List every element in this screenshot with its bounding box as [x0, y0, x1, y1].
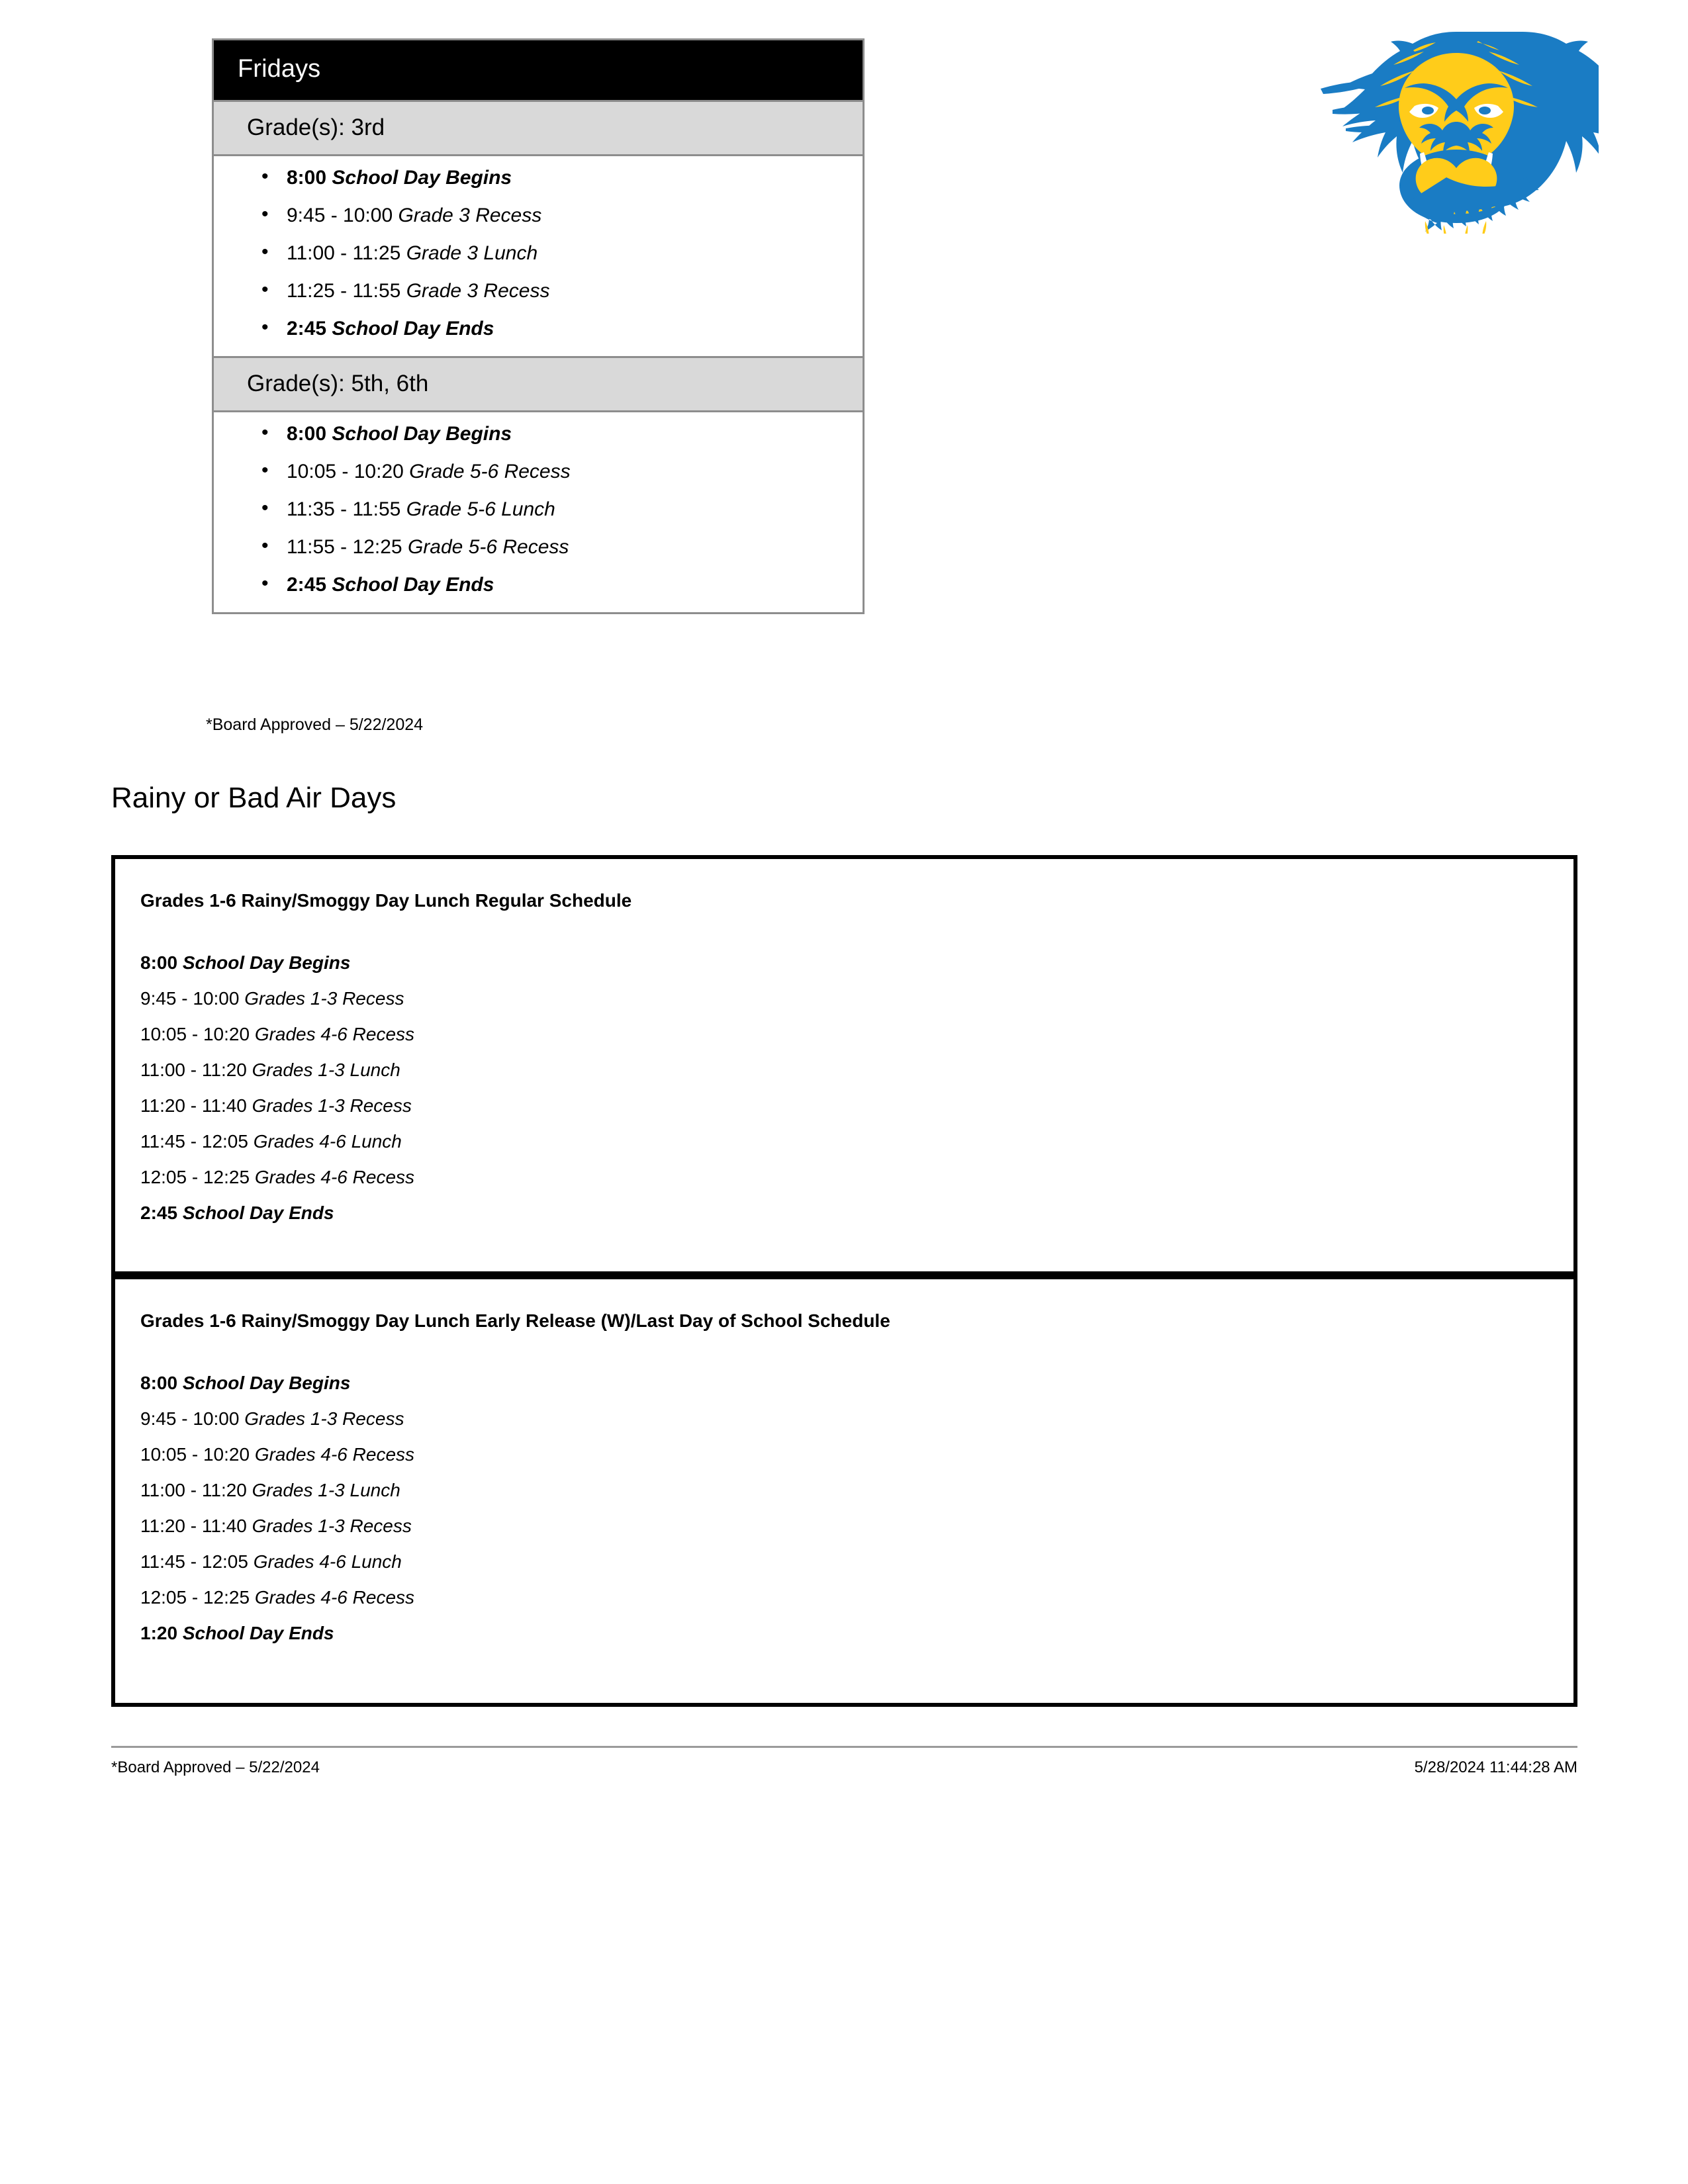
- item-label: School Day Ends: [332, 317, 494, 340]
- item-time: 2:45: [287, 573, 327, 596]
- schedule-line: 2:45 School Day Ends: [140, 1202, 1573, 1223]
- schedule-body-1: 8:00 School Day Begins 9:45 - 10:00 Grad…: [214, 156, 863, 356]
- item-time: 11:25 - 11:55: [287, 279, 401, 302]
- list-item: 2:45 School Day Ends: [261, 573, 863, 596]
- line-label: Grades 1-3 Lunch: [252, 1059, 400, 1080]
- rainy-early-release-schedule-box: Grades 1-6 Rainy/Smoggy Day Lunch Early …: [111, 1275, 1577, 1707]
- item-label: School Day Ends: [332, 573, 494, 596]
- line-time: 1:20: [140, 1622, 178, 1643]
- line-label: Grades 1-3 Recess: [252, 1095, 412, 1116]
- list-item: 8:00 School Day Begins: [261, 422, 863, 445]
- list-item: 8:00 School Day Begins: [261, 166, 863, 189]
- line-label: School Day Ends: [182, 1202, 334, 1223]
- schedule-line: 11:20 - 11:40 Grades 1-3 Recess: [140, 1515, 1573, 1536]
- schedule-line: 9:45 - 10:00 Grades 1-3 Recess: [140, 1408, 1573, 1429]
- schedule-line: 12:05 - 12:25 Grades 4-6 Recess: [140, 1588, 1573, 1607]
- item-label: Grade 3 Recess: [398, 204, 542, 226]
- schedule-line: 11:00 - 11:20 Grades 1-3 Lunch: [140, 1059, 1573, 1080]
- grade-header-2: Grade(s): 5th, 6th: [214, 355, 863, 412]
- line-label: School Day Begins: [182, 1372, 351, 1393]
- schedule-line: 8:00 School Day Begins: [140, 1372, 1573, 1393]
- line-label: Grades 1-3 Recess: [244, 987, 404, 1009]
- line-time: 12:05 - 12:25: [140, 1586, 250, 1608]
- line-label: School Day Ends: [182, 1622, 334, 1643]
- item-label: Grade 5-6 Recess: [409, 460, 571, 482]
- schedule-line: 8:00 School Day Begins: [140, 952, 1573, 973]
- line-time: 11:20 - 11:40: [140, 1515, 247, 1536]
- item-time: 8:00: [287, 422, 327, 445]
- item-time: 8:00: [287, 166, 327, 189]
- item-time: 2:45: [287, 317, 327, 340]
- line-time: 11:00 - 11:20: [140, 1479, 247, 1500]
- line-time: 11:45 - 12:05: [140, 1130, 248, 1152]
- schedule-body-2: 8:00 School Day Begins 10:05 - 10:20 Gra…: [214, 412, 863, 612]
- schedule-line: 11:00 - 11:20 Grades 1-3 Lunch: [140, 1479, 1573, 1500]
- line-time: 9:45 - 10:00: [140, 1408, 240, 1429]
- line-label: Grades 1-3 Lunch: [252, 1479, 400, 1500]
- schedule-line: 10:05 - 10:20 Grades 4-6 Recess: [140, 1023, 1573, 1044]
- item-time: 10:05 - 10:20: [287, 460, 404, 482]
- line-label: Grades 4-6 Recess: [254, 1443, 415, 1465]
- line-time: 11:00 - 11:20: [140, 1059, 247, 1080]
- item-label: School Day Begins: [332, 166, 512, 189]
- line-label: Grades 4-6 Recess: [254, 1023, 415, 1044]
- line-label: Grades 4-6 Lunch: [253, 1130, 402, 1152]
- line-label: Grades 1-3 Recess: [244, 1408, 404, 1429]
- line-label: School Day Begins: [182, 952, 351, 973]
- line-time: 8:00: [140, 952, 178, 973]
- item-label: Grade 5-6 Recess: [407, 535, 569, 558]
- line-label: Grades 4-6 Lunch: [253, 1551, 402, 1572]
- rainy-section-heading: Rainy or Bad Air Days: [111, 782, 397, 814]
- item-time: 9:45 - 10:00: [287, 204, 393, 226]
- schedule-list-2: 8:00 School Day Begins 10:05 - 10:20 Gra…: [214, 422, 863, 596]
- footer-timestamp: 5/28/2024 11:44:28 AM: [1414, 1758, 1577, 1776]
- list-item: 10:05 - 10:20 Grade 5-6 Recess: [261, 460, 863, 482]
- list-item: 11:25 - 11:55 Grade 3 Recess: [261, 279, 863, 302]
- line-time: 9:45 - 10:00: [140, 987, 240, 1009]
- list-item: 11:55 - 12:25 Grade 5-6 Recess: [261, 535, 863, 558]
- table-title: Fridays: [214, 40, 863, 100]
- line-label: Grades 4-6 Recess: [254, 1586, 415, 1608]
- list-item: 9:45 - 10:00 Grade 3 Recess: [261, 204, 863, 226]
- line-time: 10:05 - 10:20: [140, 1443, 250, 1465]
- item-time: 11:00 - 11:25: [287, 242, 401, 264]
- footer-board-approved: *Board Approved – 5/22/2024: [111, 1758, 320, 1776]
- schedule-list-1: 8:00 School Day Begins 9:45 - 10:00 Grad…: [214, 166, 863, 340]
- item-label: Grade 5-6 Lunch: [406, 498, 555, 520]
- list-item: 11:35 - 11:55 Grade 5-6 Lunch: [261, 498, 863, 520]
- fridays-schedule-table: Fridays Grade(s): 3rd 8:00 School Day Be…: [212, 38, 865, 614]
- item-time: 11:55 - 12:25: [287, 535, 402, 558]
- item-time: 11:35 - 11:55: [287, 498, 401, 520]
- line-time: 12:05 - 12:25: [140, 1166, 250, 1187]
- schedule-line: 10:05 - 10:20 Grades 4-6 Recess: [140, 1445, 1573, 1464]
- schedule-line: 1:20 School Day Ends: [140, 1622, 1573, 1643]
- line-time: 2:45: [140, 1202, 178, 1223]
- line-label: Grades 1-3 Recess: [252, 1515, 412, 1536]
- schedule-line: 11:20 - 11:40 Grades 1-3 Recess: [140, 1095, 1573, 1116]
- line-time: 8:00: [140, 1372, 178, 1393]
- board-approved-note: *Board Approved – 5/22/2024: [206, 715, 424, 734]
- schedule-line: 12:05 - 12:25 Grades 4-6 Recess: [140, 1166, 1573, 1187]
- line-time: 11:20 - 11:40: [140, 1095, 247, 1116]
- box-title: Grades 1-6 Rainy/Smoggy Day Lunch Regula…: [140, 890, 632, 911]
- line-time: 10:05 - 10:20: [140, 1023, 250, 1044]
- list-item: 11:00 - 11:25 Grade 3 Lunch: [261, 242, 863, 264]
- line-time: 11:45 - 12:05: [140, 1551, 248, 1572]
- schedule-line: 11:45 - 12:05 Grades 4-6 Lunch: [140, 1551, 1573, 1572]
- box-title: Grades 1-6 Rainy/Smoggy Day Lunch Early …: [140, 1310, 890, 1331]
- item-label: Grade 3 Lunch: [406, 242, 538, 264]
- item-label: Grade 3 Recess: [406, 279, 550, 302]
- list-item: 2:45 School Day Ends: [261, 317, 863, 340]
- item-label: School Day Begins: [332, 422, 512, 445]
- grade-header-1: Grade(s): 3rd: [214, 99, 863, 156]
- rainy-regular-schedule-box: Grades 1-6 Rainy/Smoggy Day Lunch Regula…: [111, 855, 1577, 1275]
- schedule-line: 9:45 - 10:00 Grades 1-3 Recess: [140, 989, 1573, 1008]
- schedule-line: 11:45 - 12:05 Grades 4-6 Lunch: [140, 1132, 1573, 1151]
- wildcat-mascot-head-logo: [1314, 25, 1599, 234]
- footer-divider: [111, 1746, 1577, 1748]
- line-label: Grades 4-6 Recess: [254, 1166, 415, 1187]
